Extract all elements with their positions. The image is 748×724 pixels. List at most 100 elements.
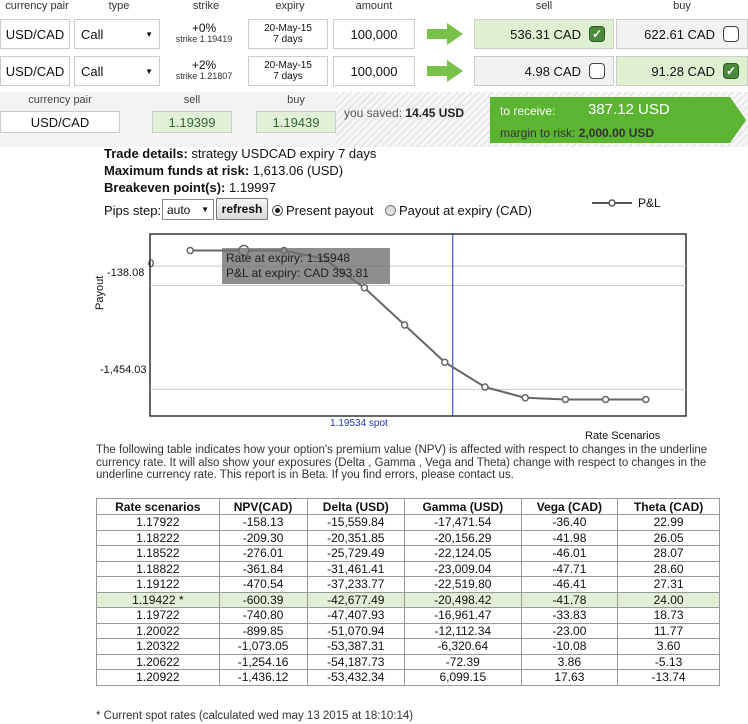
margin-value: 2,000.00 USD — [578, 126, 655, 140]
table-cell: 3.86 — [520, 653, 619, 670]
chart-xlabel: Rate Scenarios — [585, 430, 661, 442]
data-point[interactable] — [186, 246, 194, 255]
type-select[interactable]: Call ▼ — [74, 56, 160, 86]
table-cell: 1.18522 — [96, 545, 220, 562]
type-select[interactable]: Call ▼ — [74, 19, 160, 49]
strike-field[interactable]: +0% strike 1.19419 — [164, 19, 244, 49]
table-cell: -16,961.47 — [404, 607, 522, 624]
table-header: Rate scenarios — [96, 498, 220, 515]
header-amount: amount — [355, 0, 393, 12]
trade-details-value: strategy USDCAD expiry 7 days — [187, 146, 377, 161]
table-cell: -899.85 — [218, 622, 308, 639]
breakeven: Breakeven point(s): 1.19997 — [104, 180, 276, 195]
radio-payout-expiry[interactable]: Payout at expiry (CAD) — [385, 203, 532, 218]
table-cell: -25,729.49 — [306, 545, 406, 562]
radio-present-label: Present payout — [286, 203, 374, 218]
buy-price-option[interactable]: 91.28 CAD ✓ — [616, 56, 748, 86]
radio-selected-icon — [272, 205, 283, 216]
table-cell: -12,112.34 — [404, 622, 522, 639]
table-cell: -47.71 — [520, 560, 619, 577]
expiry-date: 20-May-15 — [264, 60, 312, 71]
currency-pair-field[interactable]: USD/CAD — [0, 56, 70, 86]
data-point[interactable] — [561, 395, 570, 404]
currency-pair-field[interactable]: USD/CAD — [0, 19, 70, 49]
table-cell: 11.77 — [617, 622, 720, 639]
trade-details-label: Trade details: — [104, 146, 188, 161]
refresh-button[interactable]: refresh — [216, 198, 268, 220]
max-funds-label: Maximum funds at risk: — [104, 163, 250, 178]
table-row: 1.19122 -470.54 -37,233.77 -22,519.80 -46.41… — [96, 576, 720, 593]
radio-unselected-icon — [385, 205, 396, 216]
expiry-field[interactable]: 20-May-15 7 days — [248, 19, 328, 49]
table-cell: -1,254.16 — [218, 653, 308, 670]
table-cell: -1,073.05 — [218, 638, 308, 655]
buy-price-option[interactable]: 622.61 CAD — [616, 19, 748, 49]
data-point[interactable] — [481, 383, 489, 391]
summary-pair: USD/CAD — [0, 111, 120, 133]
chart-legend: P&L — [592, 196, 661, 210]
table-cell: -51,070.94 — [306, 622, 406, 639]
strike-percent: +0% — [191, 21, 217, 35]
buy-checkbox[interactable] — [723, 26, 739, 42]
chevron-down-icon: ▼ — [145, 66, 153, 76]
table-cell: -209.30 — [218, 529, 308, 546]
table-cell: -13.74 — [617, 669, 720, 686]
table-row: 1.19722 -740.80 -47,407.93 -16,961.47 -33.83… — [96, 607, 720, 624]
buy-price: 622.61 CAD — [644, 26, 715, 42]
table-cell: 18.73 — [617, 607, 720, 624]
table-cell: -1,436.12 — [218, 669, 308, 686]
table-row: 1.20622 -1,254.16 -54,187.73 -72.39 3.86 -5.1… — [96, 653, 720, 670]
table-cell: -41.78 — [520, 591, 619, 608]
table-header: Gamma (USD) — [404, 498, 522, 515]
buy-checkbox-checked[interactable]: ✓ — [723, 63, 739, 79]
table-cell: -20,351.85 — [306, 529, 406, 546]
table-cell: -20,498.42 — [404, 591, 522, 608]
pips-step-select[interactable]: auto ▼ — [162, 199, 214, 220]
sell-price: 4.98 CAD — [524, 63, 581, 79]
amount-input[interactable]: 100,000 — [333, 56, 415, 86]
table-row: 1.20922 -1,436.12 -53,432.34 6,099.15 17.63-… — [96, 669, 720, 686]
table-cell: -37,233.77 — [306, 576, 406, 593]
amount-input[interactable]: 100,000 — [333, 19, 415, 49]
sell-checkbox[interactable] — [589, 63, 605, 79]
chart-ylabel: Payout — [94, 275, 106, 310]
payout-chart[interactable] — [90, 226, 690, 440]
header-type: type — [108, 0, 130, 12]
table-cell: 17.63 — [520, 669, 619, 686]
expiry-field[interactable]: 20-May-15 7 days — [248, 56, 328, 86]
buy-price: 91.28 CAD — [651, 63, 715, 79]
data-point[interactable] — [642, 395, 650, 404]
legend-line-icon — [592, 199, 632, 207]
max-funds-value: 1,613.06 (USD) — [249, 163, 344, 178]
table-header: NPV(CAD) — [218, 498, 308, 515]
table-row: 1.17922 -158.13 -15,559.84 -17,471.54 -36.40… — [96, 514, 720, 531]
data-point[interactable] — [360, 284, 369, 292]
max-funds: Maximum funds at risk: 1,613.06 (USD) — [104, 163, 343, 178]
header-currency-pair: currency pair — [5, 0, 69, 12]
radio-expiry-label: Payout at expiry (CAD) — [399, 203, 532, 218]
data-point[interactable] — [441, 358, 449, 366]
header-sell: sell — [535, 0, 553, 12]
strike-field[interactable]: +2% strike 1.21807 — [164, 56, 244, 86]
sell-price-option[interactable]: 536.31 CAD ✓ — [474, 19, 614, 49]
data-point[interactable] — [400, 321, 409, 329]
data-point[interactable] — [521, 394, 529, 402]
breakeven-label: Breakeven point(s): — [104, 180, 226, 195]
table-cell: -361.84 — [218, 560, 308, 577]
table-cell: 1.18222 — [96, 529, 220, 546]
table-cell: -6,320.64 — [404, 638, 522, 655]
table-cell: 26.05 — [617, 529, 720, 546]
table-cell: -31,461.41 — [306, 560, 406, 577]
table-cell: -46.41 — [520, 576, 619, 593]
type-value: Call — [81, 63, 104, 79]
sell-checkbox-checked[interactable]: ✓ — [589, 26, 605, 42]
saved-value: 14.45 USD — [405, 106, 465, 120]
radio-present-payout[interactable]: Present payout — [272, 203, 373, 218]
table-cell: 28.60 — [617, 560, 720, 577]
table-cell: -47,407.93 — [306, 607, 406, 624]
sell-price-option[interactable]: 4.98 CAD — [474, 56, 614, 86]
saved-label: you saved: — [344, 106, 403, 120]
table-cell: -23.00 — [520, 622, 619, 639]
data-point[interactable] — [601, 395, 610, 404]
table-cell: -33.83 — [520, 607, 619, 624]
